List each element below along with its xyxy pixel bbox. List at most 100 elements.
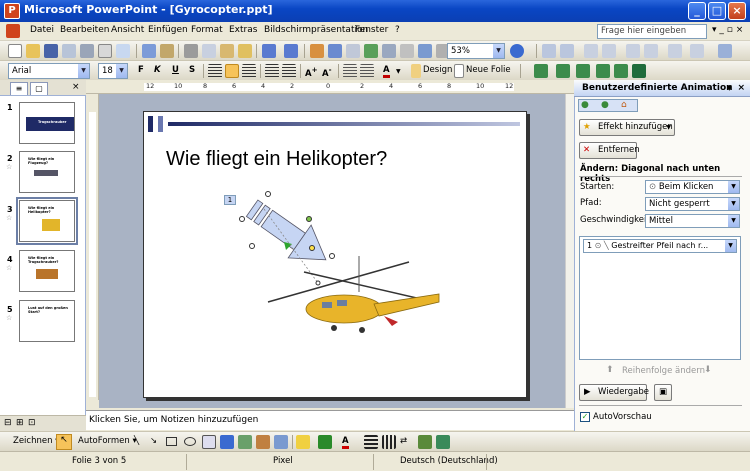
- wordart-icon[interactable]: [220, 435, 234, 449]
- undo-icon[interactable]: [262, 44, 276, 58]
- design-button[interactable]: Design: [423, 65, 452, 75]
- reviewing-prev-icon[interactable]: [542, 44, 556, 58]
- close-pane-icon[interactable]: ×: [72, 82, 80, 92]
- insert-diagram-icon[interactable]: [364, 44, 378, 58]
- document-icon[interactable]: [6, 24, 20, 38]
- dash-style-icon[interactable]: [382, 435, 396, 449]
- increase-indent-icon[interactable]: [360, 64, 374, 78]
- decrease-indent-icon[interactable]: [343, 64, 357, 78]
- numbering-icon[interactable]: [265, 64, 279, 78]
- print-preview-icon[interactable]: [116, 44, 130, 58]
- picture-icon[interactable]: [274, 435, 288, 449]
- reviewing-next-icon[interactable]: [560, 44, 574, 58]
- 3d-style-icon[interactable]: [436, 435, 450, 449]
- notes-field[interactable]: Klicken Sie, um Notizen hinzuzufügen: [86, 410, 574, 430]
- menu-ansicht[interactable]: Ansicht: [111, 25, 144, 35]
- path-select[interactable]: Nicht gesperrt ▼: [645, 197, 740, 211]
- resize-handle[interactable]: [239, 216, 245, 222]
- normal-view-icon[interactable]: ⊟: [4, 418, 12, 428]
- menu-close-doc-icon[interactable]: ▾ _ ▫ ×: [712, 25, 743, 35]
- play-button[interactable]: ▶ Wiedergabe: [579, 384, 649, 401]
- striped-arrow[interactable]: [241, 192, 338, 276]
- help-icon[interactable]: [510, 44, 524, 58]
- close-icon[interactable]: ×: [737, 80, 745, 96]
- menu-help[interactable]: ?: [395, 25, 400, 35]
- slideshow-view-icon[interactable]: ⊡: [28, 418, 36, 428]
- autoshapes-button[interactable]: AutoFormen ▾: [78, 436, 137, 446]
- line-icon[interactable]: ╲: [134, 436, 139, 446]
- minimize-button[interactable]: _: [688, 2, 706, 20]
- slide-thumbnail-2[interactable]: Wie fliegt ein Flugzeug?: [19, 151, 75, 193]
- move-down-icon[interactable]: ⬇: [704, 365, 712, 375]
- shadow-button[interactable]: S: [189, 65, 195, 75]
- research-icon[interactable]: [160, 44, 174, 58]
- animation-list-item[interactable]: 1 ⊙ ╲ Gestreifter Pfeil nach r... ▼: [583, 239, 737, 253]
- align-left-icon[interactable]: [208, 64, 222, 78]
- menu-bildschirmpraesentation[interactable]: Bildschirmpräsentation: [264, 25, 368, 35]
- outline-promote-icon[interactable]: [534, 64, 548, 78]
- textbox-icon[interactable]: [202, 435, 216, 449]
- menu-einfuegen[interactable]: Einfügen: [148, 25, 188, 35]
- home-icon[interactable]: ⌂: [621, 100, 627, 110]
- forward-icon[interactable]: ●: [601, 100, 609, 110]
- select-objects-icon[interactable]: ↖: [56, 434, 72, 450]
- save-icon[interactable]: [44, 44, 58, 58]
- close-button[interactable]: ×: [728, 2, 746, 20]
- italic-button[interactable]: K: [154, 65, 161, 75]
- font-color-icon[interactable]: A: [383, 65, 390, 78]
- back-icon[interactable]: ●: [581, 100, 589, 110]
- font-select[interactable]: Arial ▼: [8, 63, 90, 79]
- align-right-icon[interactable]: [242, 64, 256, 78]
- autopreview-checkbox[interactable]: ✓: [580, 412, 590, 422]
- tab-slides[interactable]: ▢: [30, 82, 48, 95]
- grid-icon[interactable]: [418, 44, 432, 58]
- format-painter-icon[interactable]: [238, 44, 252, 58]
- apply-change-icon[interactable]: [584, 44, 598, 58]
- animation-list[interactable]: 1 ⊙ ╲ Gestreifter Pfeil nach r... ▼: [579, 236, 741, 360]
- line-color-icon[interactable]: [632, 64, 646, 78]
- speed-select[interactable]: Mittel ▼: [645, 214, 740, 228]
- draw-node-icon[interactable]: [556, 64, 570, 78]
- slide-thumbnail-1[interactable]: Tragschrauber: [19, 102, 75, 144]
- menu-bearbeiten[interactable]: Bearbeiten: [60, 25, 109, 35]
- bullets-icon[interactable]: [282, 64, 296, 78]
- resize-handle[interactable]: [265, 191, 271, 197]
- oval-icon[interactable]: [184, 437, 196, 446]
- edit-comment-icon[interactable]: [644, 44, 658, 58]
- bold-button[interactable]: F: [138, 65, 144, 75]
- increase-font-icon[interactable]: A+: [305, 65, 318, 79]
- insert-chart-icon[interactable]: [310, 44, 324, 58]
- slide-thumbnail-5[interactable]: Lust auf den großen Start?: [19, 300, 75, 342]
- clipart-icon[interactable]: [256, 435, 270, 449]
- menu-datei[interactable]: Datei: [30, 25, 54, 35]
- cut-icon[interactable]: [184, 44, 198, 58]
- chevron-down-icon[interactable]: ▼: [396, 68, 401, 75]
- tables-borders-icon[interactable]: [346, 44, 360, 58]
- ink-annotations-icon[interactable]: [718, 44, 732, 58]
- align-center-icon[interactable]: [225, 64, 239, 78]
- slide-thumbnail-3[interactable]: Wie fliegt ein Helikopter?: [16, 197, 78, 245]
- maximize-button[interactable]: □: [708, 2, 726, 20]
- move-up-icon[interactable]: ⬆: [606, 365, 614, 375]
- adjust-handle[interactable]: [309, 245, 315, 251]
- delete-comment-icon[interactable]: [668, 44, 682, 58]
- print-icon[interactable]: [98, 44, 112, 58]
- email-icon[interactable]: [80, 44, 94, 58]
- resize-handle[interactable]: [249, 243, 255, 249]
- arrow-icon[interactable]: ↘: [150, 436, 157, 446]
- shadow-style-icon[interactable]: [418, 435, 432, 449]
- slide-thumbnail-4[interactable]: Wie fliegt ein Tragschrauber?: [19, 250, 75, 292]
- font-size-select[interactable]: 18 ▼: [98, 63, 128, 79]
- slideshow-icon[interactable]: ▣: [654, 384, 672, 401]
- draw-menu-button[interactable]: Zeichnen ▾: [13, 436, 59, 446]
- reviewing-pane-icon[interactable]: [690, 44, 704, 58]
- new-icon[interactable]: [8, 44, 22, 58]
- sorter-view-icon[interactable]: ⊞: [16, 418, 24, 428]
- helicopter-illustration[interactable]: [234, 184, 474, 354]
- font-color-icon[interactable]: A: [342, 436, 349, 449]
- menu-extras[interactable]: Extras: [229, 25, 257, 35]
- diagram-icon[interactable]: [238, 435, 252, 449]
- new-slide-button[interactable]: Neue Folie: [466, 65, 511, 75]
- fill-color-icon[interactable]: [296, 435, 310, 449]
- add-effect-button[interactable]: ★ Effekt hinzufügen ▼: [579, 119, 675, 136]
